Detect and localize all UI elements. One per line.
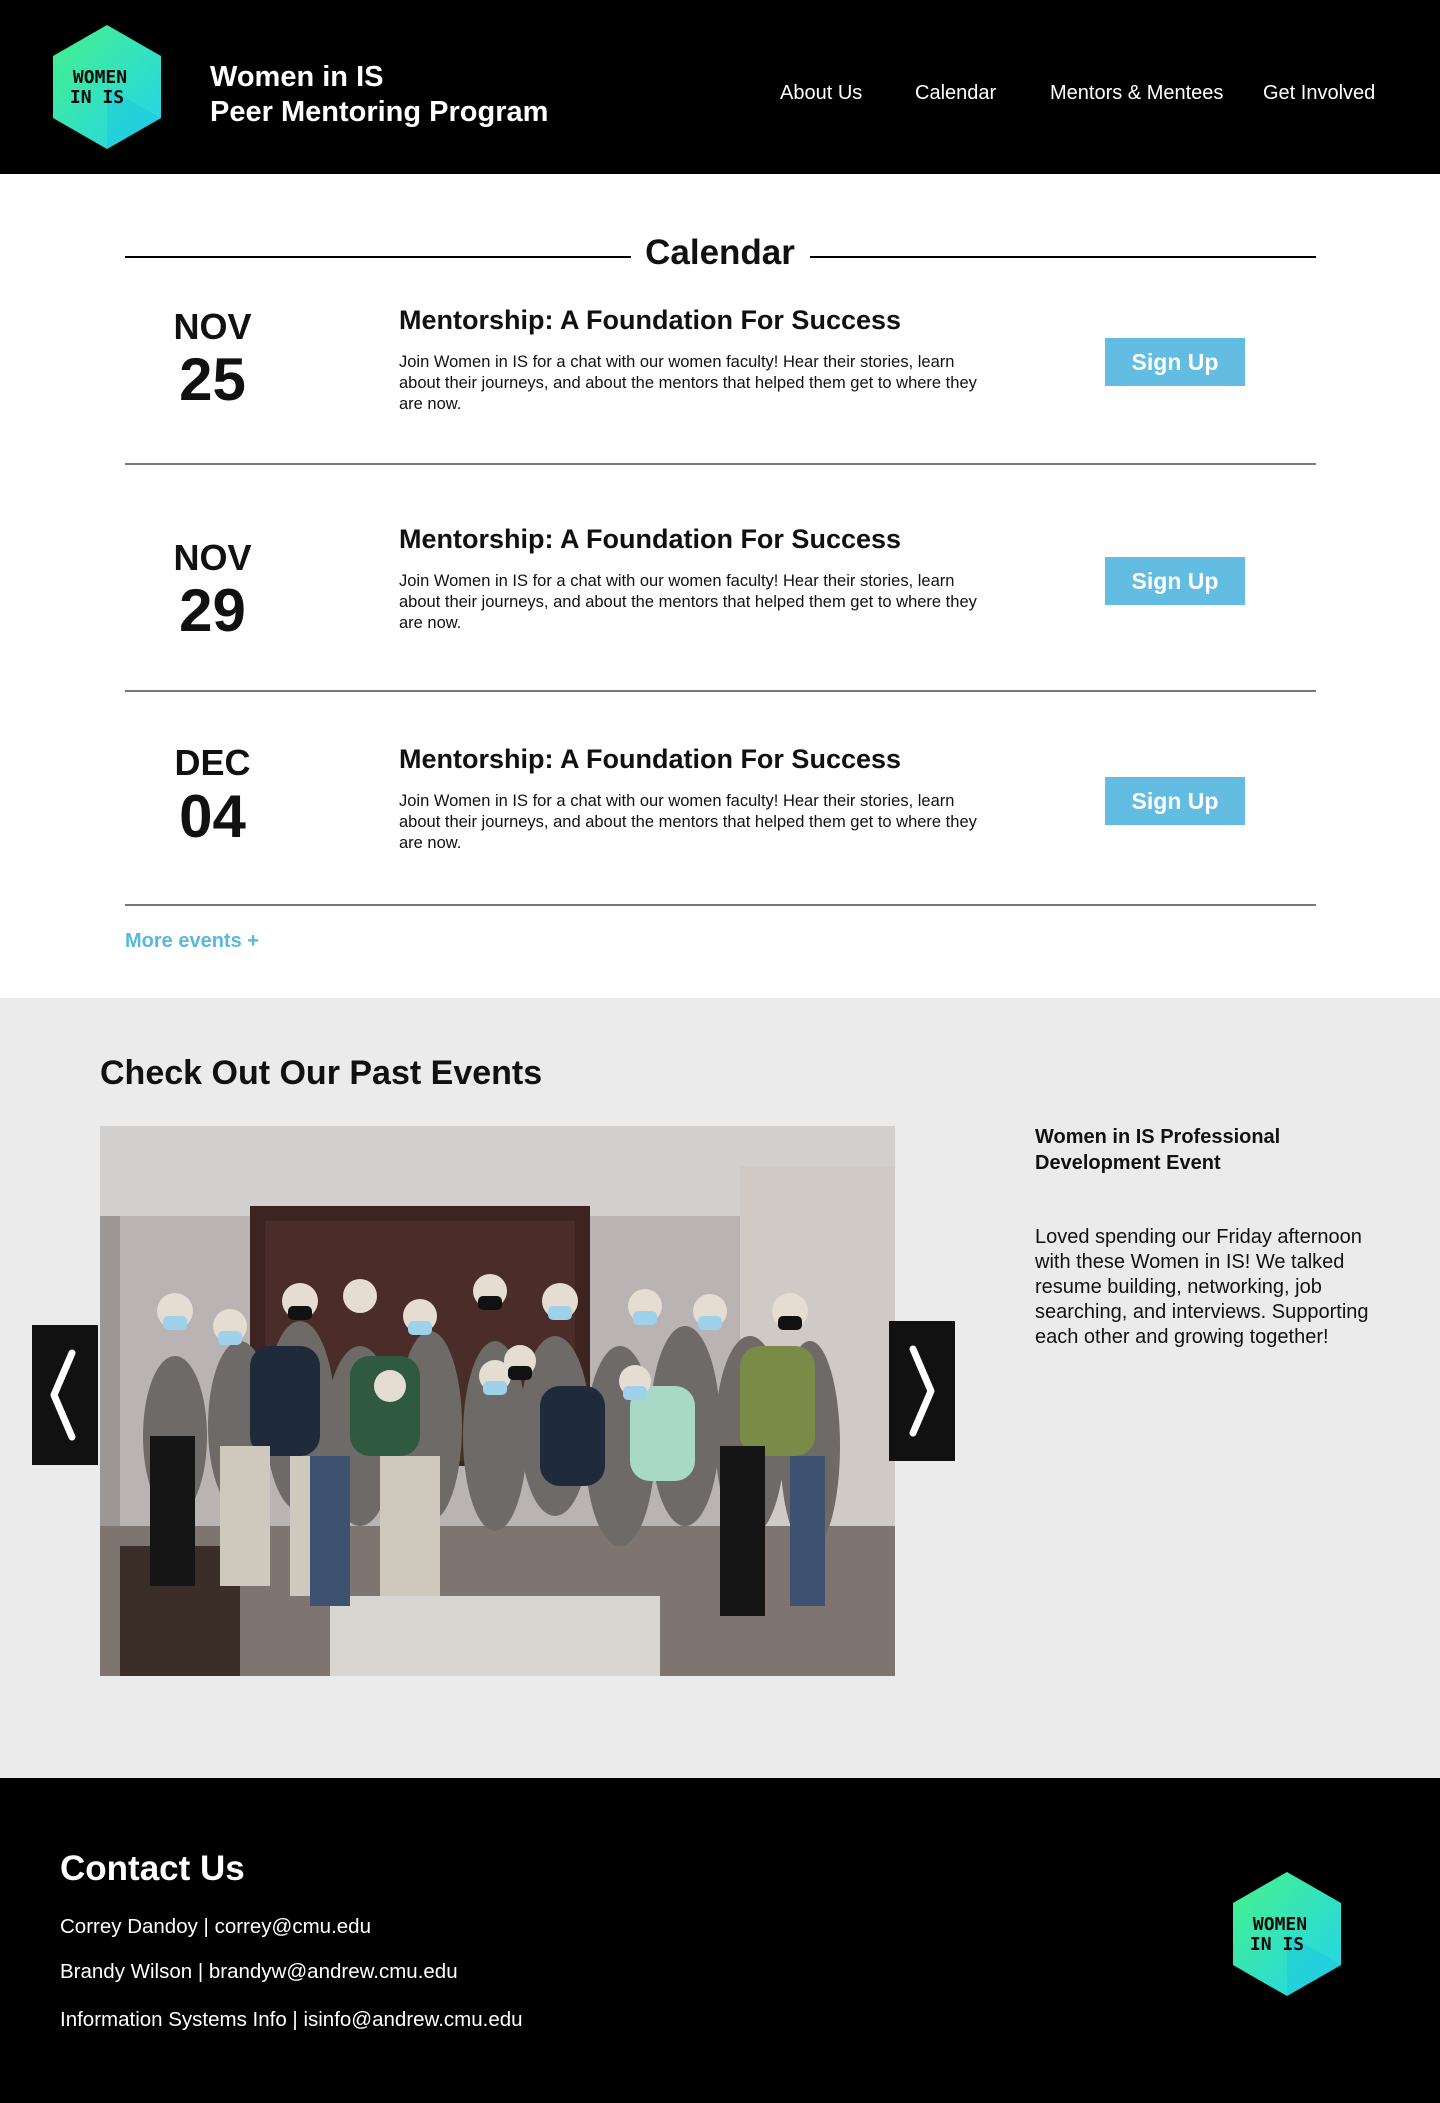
calendar-heading: Calendar [0, 231, 1440, 275]
svg-text:IN IS: IN IS [70, 87, 124, 108]
event-divider [125, 904, 1316, 906]
contact-heading: Contact Us [60, 1849, 245, 1888]
event-day: 29 [179, 577, 246, 644]
past-events-heading: Check Out Our Past Events [100, 1054, 543, 1092]
nav-about-us[interactable]: About Us [780, 80, 862, 106]
nav-calendar[interactable]: Calendar [915, 80, 996, 106]
event-title: Mentorship: A Foundation For Success [399, 744, 902, 774]
past-event-description: Loved spending our Friday afternoon with… [1035, 1226, 1369, 1348]
sign-up-button[interactable]: Sign Up [1105, 777, 1245, 825]
event-title: Mentorship: A Foundation For Success [399, 524, 902, 554]
more-events-link[interactable]: More events + [125, 928, 259, 954]
chevron-right-icon [909, 1345, 935, 1437]
footer-logo: WOMEN IN IS [1233, 1872, 1341, 1996]
brand-line-2: Peer Mentoring Program [210, 96, 549, 128]
event-day: 04 [179, 783, 246, 850]
event-description: Join Women in IS for a chat with our wom… [399, 353, 977, 413]
event-month: NOV [173, 537, 252, 578]
contact-is-info[interactable]: Information Systems Info | isinfo@andrew… [60, 2007, 523, 2033]
svg-text:WOMEN: WOMEN [1253, 1914, 1307, 1935]
event-day: 25 [179, 346, 246, 413]
carousel-next-button[interactable] [889, 1321, 955, 1461]
event-photo [100, 1126, 895, 1676]
svg-text:IN IS: IN IS [1250, 1934, 1304, 1955]
event-description: Join Women in IS for a chat with our wom… [399, 792, 977, 852]
brand-line-1: Women in IS [210, 61, 384, 93]
chevron-left-icon [50, 1349, 76, 1441]
calendar-heading-text: Calendar [631, 233, 809, 272]
event-item: NOV 29 Mentorship: A Foundation For Succ… [0, 519, 1440, 669]
sign-up-button[interactable]: Sign Up [1105, 338, 1245, 386]
contact-brandy[interactable]: Brandy Wilson | brandyw@andrew.cmu.edu [60, 1959, 458, 1985]
contact-correy[interactable]: Correy Dandoy | correy@cmu.edu [60, 1914, 371, 1940]
event-month: NOV [173, 306, 252, 347]
carousel-prev-button[interactable] [32, 1325, 98, 1465]
event-description: Join Women in IS for a chat with our wom… [399, 572, 977, 632]
women-in-is-logo[interactable]: WOMEN IN IS [53, 25, 161, 149]
site-footer: Contact Us Correy Dandoy | correy@cmu.ed… [0, 1778, 1440, 2103]
event-item: DEC 04 Mentorship: A Foundation For Succ… [0, 739, 1440, 889]
event-divider [125, 463, 1316, 465]
past-event-title: Women in IS Professional Development Eve… [1035, 1126, 1281, 1174]
past-events-section: Check Out Our Past Events Women in IS Pr… [0, 998, 1440, 1778]
svg-text:WOMEN: WOMEN [73, 67, 127, 88]
brand-title[interactable]: Women in IS Peer Mentoring Program [210, 60, 548, 130]
sign-up-button[interactable]: Sign Up [1105, 557, 1245, 605]
event-month: DEC [174, 742, 251, 783]
nav-get-involved[interactable]: Get Involved [1263, 80, 1375, 106]
event-title: Mentorship: A Foundation For Success [399, 305, 902, 335]
nav-mentors-mentees[interactable]: Mentors & Mentees [1050, 80, 1223, 106]
event-divider [125, 690, 1316, 692]
site-header: WOMEN IN IS Women in IS Peer Mentoring P… [0, 0, 1440, 174]
event-item: NOV 25 Mentorship: A Foundation For Succ… [0, 300, 1440, 450]
